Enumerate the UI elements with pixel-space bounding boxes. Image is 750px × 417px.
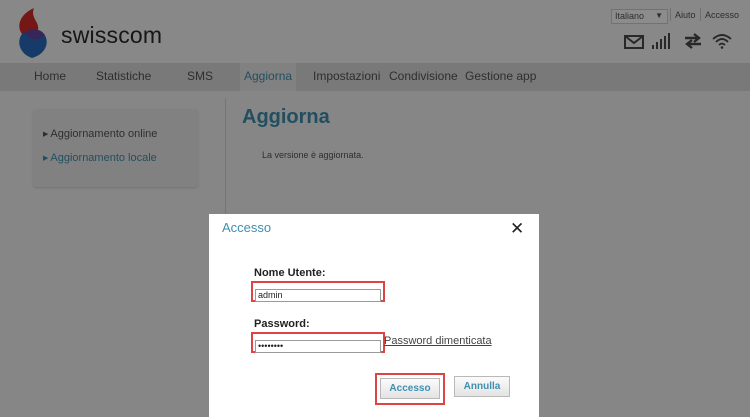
submit-button-highlight: Accesso [375, 373, 445, 405]
username-label: Nome Utente: [254, 267, 326, 279]
forgot-password-link[interactable]: Password dimenticata [384, 335, 492, 347]
cancel-button[interactable]: Annulla [454, 376, 510, 397]
close-icon[interactable]: ✕ [510, 219, 524, 239]
dialog-title: Accesso [222, 220, 272, 235]
password-field-highlight [251, 332, 385, 353]
password-label: Password: [254, 318, 310, 330]
login-submit-button[interactable]: Accesso [380, 378, 440, 399]
username-input[interactable] [255, 288, 381, 302]
username-field-highlight [251, 281, 385, 302]
password-input[interactable] [255, 339, 381, 353]
login-dialog: Accesso ✕ Nome Utente: Password: Passwor… [209, 214, 539, 417]
